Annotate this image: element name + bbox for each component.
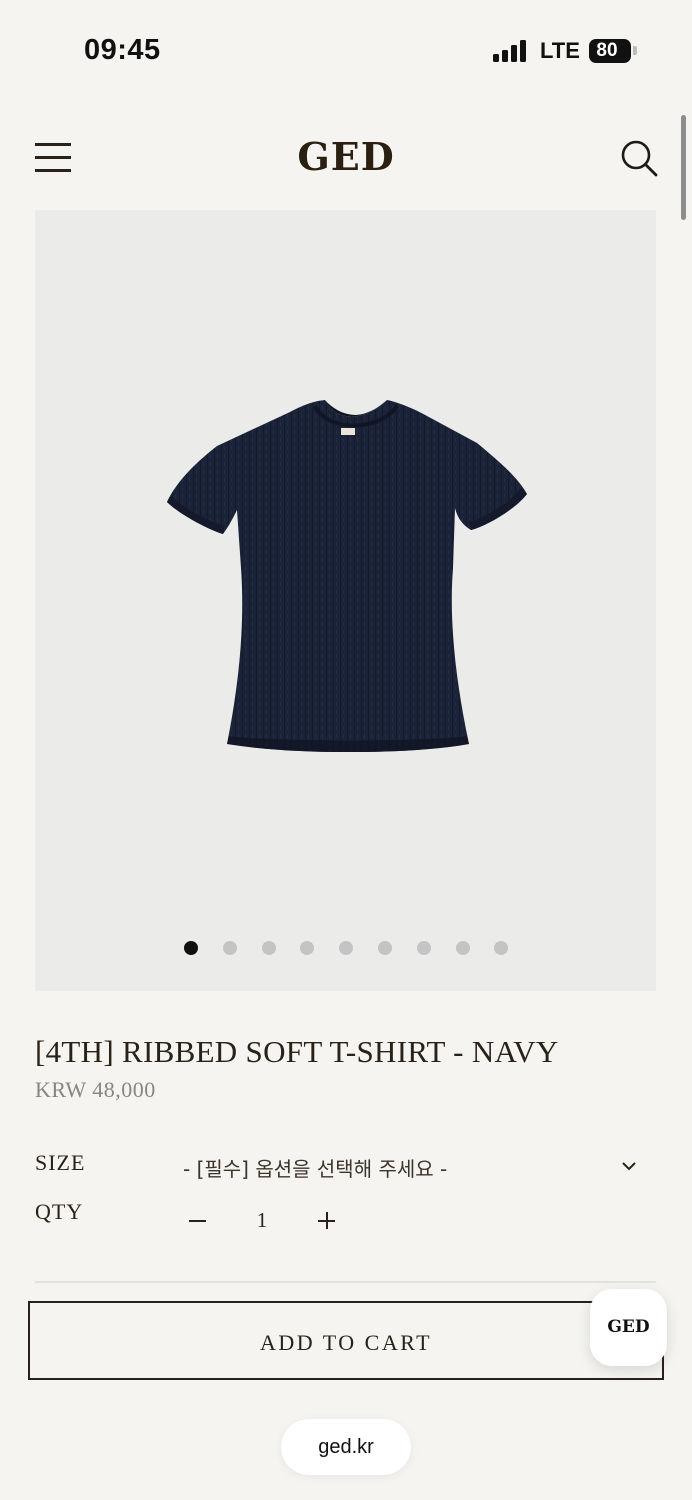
qty-value[interactable]: 1 [232, 1208, 292, 1233]
gallery-dot[interactable] [378, 941, 392, 955]
browser-url-bar[interactable]: ged.kr [281, 1419, 411, 1475]
qty-increase-button[interactable] [314, 1206, 340, 1236]
gallery-dot[interactable] [261, 941, 276, 955]
url-label: ged.kr [318, 1436, 374, 1458]
add-to-cart-label: ADD TO CART [259, 1330, 433, 1355]
ged-floating-label: GED [607, 1317, 650, 1337]
gallery-dot[interactable] [184, 941, 198, 955]
minus-icon [189, 1220, 206, 1222]
gallery-dot[interactable] [222, 941, 237, 955]
product-price: KRW 48,000 [35, 1077, 156, 1102]
gallery-dot[interactable] [416, 941, 431, 955]
ged-floating-button[interactable]: GED [590, 1289, 667, 1366]
size-select-value: - [필수] 옵션을 선택해 주세요 - [183, 1157, 448, 1181]
status-time: 09:45 [84, 34, 161, 66]
hamburger-menu-icon[interactable] [35, 143, 71, 173]
battery-cap [633, 46, 637, 55]
size-label: SIZE [35, 1150, 86, 1175]
search-icon[interactable] [620, 139, 658, 177]
size-select[interactable]: - [필수] 옵션을 선택해 주세요 - [180, 1147, 655, 1187]
network-type: LTE [540, 38, 580, 63]
product-title: [4TH] RIBBED SOFT T-SHIRT - NAVY [35, 1034, 559, 1069]
product-image [167, 400, 527, 752]
signal-icon [493, 40, 529, 62]
qty-decrease-button[interactable] [186, 1206, 210, 1236]
status-bar: 09:45 LTE 80 [0, 0, 692, 100]
gallery-pagination [35, 941, 656, 955]
battery-icon: 80 [589, 39, 631, 63]
gallery-dot[interactable] [300, 941, 315, 955]
gallery-dot[interactable] [455, 941, 470, 955]
product-image-gallery[interactable] [35, 210, 656, 991]
gallery-dot[interactable] [339, 941, 354, 955]
brand-logo[interactable]: GED [246, 134, 446, 179]
scrollbar [681, 115, 686, 220]
chevron-down-icon [622, 1162, 636, 1171]
qty-label: QTY [35, 1199, 84, 1224]
add-to-cart-button[interactable]: ADD TO CART [28, 1301, 664, 1380]
gallery-dot[interactable] [494, 941, 509, 955]
divider [35, 1281, 656, 1283]
battery-level: 80 [596, 40, 618, 61]
